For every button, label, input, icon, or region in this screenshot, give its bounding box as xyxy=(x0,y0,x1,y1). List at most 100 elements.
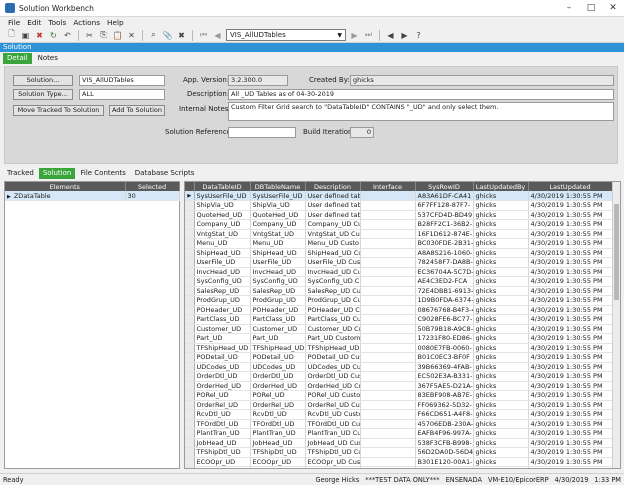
next-icon[interactable]: ▶ xyxy=(349,30,360,41)
row-indicator[interactable] xyxy=(185,238,195,249)
table-row[interactable]: UDCodes_UD UDCodes_UD UDCodes_UD Cu 39B6636… xyxy=(185,362,613,372)
row-indicator[interactable] xyxy=(185,381,195,391)
cut-icon[interactable]: ✂ xyxy=(84,30,95,41)
row-indicator[interactable] xyxy=(185,286,195,296)
expand-icon[interactable]: ▶ xyxy=(7,194,11,200)
table-row[interactable]: SysConfig_UD SysConfig_UD SysConfig_UD C AE… xyxy=(185,276,613,287)
table-row[interactable]: MtlQueue_UDMtlQueue_UDMtlQueue_UD Cu52C6… xyxy=(185,466,613,468)
row-indicator[interactable] xyxy=(185,333,195,344)
row-indicator[interactable] xyxy=(185,295,195,306)
table-row[interactable]: QuoteHed_UD QuoteHed_UD User defined tabl 5… xyxy=(185,210,613,220)
menu-help[interactable]: Help xyxy=(107,18,124,27)
menu-edit[interactable]: Edit xyxy=(27,18,41,27)
row-indicator[interactable] xyxy=(185,400,195,410)
column-header[interactable]: Interface xyxy=(360,182,416,191)
table-row[interactable]: InvcHead_UD InvcHead_UD InvcHead_UD Cu EC36… xyxy=(185,267,613,277)
nav-back-icon[interactable]: ◀ xyxy=(385,30,396,41)
scrollbar-thumb[interactable] xyxy=(614,204,619,300)
row-indicator[interactable] xyxy=(185,447,195,458)
column-header[interactable]: SysRowID xyxy=(415,182,474,191)
table-row[interactable]: TFShipDtl_UD TFShipDtl_UD TFShipDtl_UD Cu 5… xyxy=(185,447,613,458)
move-tracked-button[interactable]: Move Tracked To Solution xyxy=(13,105,104,116)
table-row[interactable]: TFShipHead_UD TFShipHead_UD TFShipHead_UD 0… xyxy=(185,343,613,353)
row-indicator[interactable] xyxy=(185,362,195,372)
column-header[interactable]: LastUpdated xyxy=(528,182,613,191)
row-indicator[interactable]: ▶ xyxy=(185,191,195,201)
copy-icon[interactable]: ⎘ xyxy=(98,30,109,41)
table-row[interactable]: Menu_UD Menu_UD Menu_UD Custo BC030FDE-2B31… xyxy=(185,238,613,249)
table-row[interactable]: JobHead_UD JobHead_UD JobHead_UD Cus 538F3C… xyxy=(185,438,613,448)
column-header[interactable]: Elements xyxy=(5,182,126,191)
menu-tools[interactable]: Tools xyxy=(48,18,66,27)
table-row[interactable]: ProdGrup_UD ProdGrup_UD ProdGrup_UD Cu 1D9B… xyxy=(185,295,613,306)
save-icon[interactable]: ▣ xyxy=(20,30,31,41)
table-row[interactable]: SalesRep_UD SalesRep_UD SalesRep_UD Cu 72E4… xyxy=(185,286,613,296)
row-indicator[interactable] xyxy=(185,457,195,467)
vertical-scrollbar[interactable] xyxy=(612,182,620,468)
row-indicator[interactable] xyxy=(185,343,195,353)
table-row[interactable]: PODetail_UD PODetail_UD PODetail_UD Cus B01… xyxy=(185,352,613,363)
close-icon[interactable]: ✖ xyxy=(176,30,187,41)
column-header[interactable]: Description xyxy=(305,182,361,191)
internal-notes-field[interactable]: Custom Filter Grid search to "DataTableI… xyxy=(228,102,614,121)
solution-reference-field[interactable] xyxy=(228,127,296,138)
tab-solution[interactable]: Solution xyxy=(38,168,76,179)
solution-field[interactable]: VIS_AllUDTables xyxy=(79,75,165,86)
row-indicator[interactable] xyxy=(185,257,195,268)
table-row[interactable]: Company_UD Company_UD Company_UD Cu B28FF2C… xyxy=(185,219,613,230)
close-window-button[interactable]: ✕ xyxy=(602,3,624,13)
nav-forward-icon[interactable]: ▶ xyxy=(399,30,410,41)
solution-type-field[interactable]: ALL xyxy=(79,89,165,100)
maximize-button[interactable]: □ xyxy=(580,3,602,13)
table-row[interactable]: POHeader_UD POHeader_UD POHeader_UD C 08676… xyxy=(185,305,613,315)
search-icon[interactable]: ⌕ xyxy=(148,30,159,41)
first-icon[interactable]: ⏮ xyxy=(198,30,209,41)
attach-icon[interactable]: 📎 xyxy=(162,30,173,41)
row-indicator[interactable] xyxy=(185,267,195,277)
table-row[interactable]: OrderHed_UD OrderHed_UD OrderHed_UD Cu 367F… xyxy=(185,381,613,391)
table-row[interactable]: ShipVia_UD ShipVia_UD User defined tabl 6F7… xyxy=(185,200,613,211)
table-row[interactable]: TFOrdDtl_UD TFOrdDtl_UD TFOrdDtl_UD Cu 4570… xyxy=(185,419,613,429)
row-indicator[interactable] xyxy=(185,419,195,429)
minimize-button[interactable]: – xyxy=(558,3,580,13)
column-header[interactable]: LastUpdatedBy xyxy=(473,182,529,191)
table-row[interactable]: OrderRel_UD OrderRel_UD OrderRel_UD Cus FF0… xyxy=(185,400,613,410)
prev-icon[interactable]: ◀ xyxy=(212,30,223,41)
table-row[interactable]: RcvDtl_UD RcvDtl_UD RcvDtl_UD Custo F66CD65… xyxy=(185,409,613,420)
refresh-icon[interactable]: ↻ xyxy=(48,30,59,41)
row-indicator[interactable] xyxy=(185,248,195,258)
row-indicator[interactable] xyxy=(185,210,195,220)
row-indicator[interactable] xyxy=(185,200,195,211)
tab-notes[interactable]: Notes xyxy=(33,53,62,64)
menu-actions[interactable]: Actions xyxy=(73,18,100,27)
table-row[interactable]: ECOOpr_UD ECOOpr_UD ECOOpr_UD Cus B301E120-… xyxy=(185,457,613,467)
undo-icon[interactable]: ↶ xyxy=(62,30,73,41)
table-row[interactable]: UserFile_UD UserFile_UD UserFile_UD Cust 78… xyxy=(185,257,613,268)
tab-tracked[interactable]: Tracked xyxy=(3,168,38,179)
table-row[interactable]: PORel_UD PORel_UD PORel_UD Custo 83EBF908-A… xyxy=(185,390,613,401)
column-header[interactable]: DBTableName xyxy=(250,182,306,191)
row-indicator[interactable] xyxy=(185,352,195,363)
tab-detail[interactable]: Detail xyxy=(3,53,32,64)
row-indicator[interactable] xyxy=(185,276,195,287)
row-indicator[interactable] xyxy=(185,409,195,420)
clear-icon[interactable]: ✕ xyxy=(126,30,137,41)
column-header[interactable]: Selected xyxy=(125,182,180,191)
tab-database-scripts[interactable]: Database Scripts xyxy=(130,168,199,179)
row-indicator[interactable] xyxy=(185,219,195,230)
row-indicator[interactable] xyxy=(185,305,195,315)
table-row[interactable]: Customer_UD Customer_UD Customer_UD Cu 50B7… xyxy=(185,324,613,334)
chevron-down-icon[interactable]: ▼ xyxy=(337,32,342,39)
solution-combo[interactable]: VIS_AllUDTables ▼ xyxy=(226,29,346,41)
tab-file-contents[interactable]: File Contents xyxy=(76,168,130,179)
table-row[interactable]: ▶ SysUserFile_UD SysUserFile_UD User define… xyxy=(185,191,613,201)
solution-type-button[interactable]: Solution Type... xyxy=(13,89,73,100)
table-row[interactable]: PlantTran_UD PlantTran_UD PlantTran_UD Cu E… xyxy=(185,428,613,439)
new-icon[interactable]: 🗋 xyxy=(6,29,17,41)
row-indicator[interactable] xyxy=(185,229,195,239)
description-field[interactable]: All _UD Tables as of 04-30-2019 xyxy=(228,89,614,100)
menu-file[interactable]: File xyxy=(8,18,20,27)
table-row[interactable]: ShipHead_UD ShipHead_UD ShipHead_UD Cu A8A8… xyxy=(185,248,613,258)
column-header[interactable]: DataTableID xyxy=(194,182,251,191)
add-to-solution-button[interactable]: Add To Solution xyxy=(109,105,165,116)
